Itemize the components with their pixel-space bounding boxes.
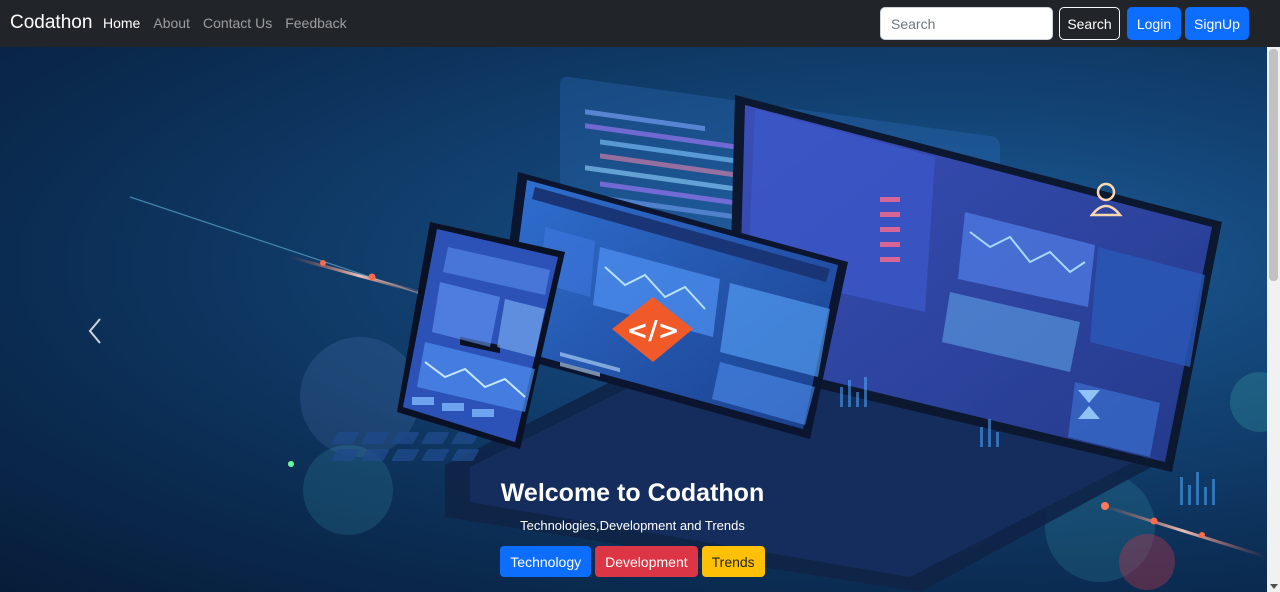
carousel-prev-button[interactable] bbox=[82, 315, 110, 347]
scroll-down-arrow-icon[interactable] bbox=[1270, 584, 1278, 589]
login-button[interactable]: Login bbox=[1127, 7, 1181, 40]
scrollbar-thumb[interactable] bbox=[1269, 49, 1278, 281]
nav-feedback[interactable]: Feedback bbox=[285, 15, 346, 31]
nav-contact-us[interactable]: Contact Us bbox=[203, 15, 272, 31]
tag-row: Technology Development Trends bbox=[380, 546, 885, 577]
hero-subtitle: Technologies,Development and Trends bbox=[520, 518, 745, 533]
chevron-left-icon bbox=[88, 318, 101, 344]
nav-home[interactable]: Home bbox=[103, 15, 140, 31]
technology-button[interactable]: Technology bbox=[500, 546, 592, 577]
hero-title: Welcome to Codathon bbox=[500, 479, 765, 507]
development-button[interactable]: Development bbox=[595, 546, 698, 577]
carousel-caption: Welcome to Codathon Technologies,Develop… bbox=[380, 477, 885, 577]
nav-links: Home About Contact Us Feedback bbox=[103, 15, 360, 31]
brand-logo[interactable]: Codathon bbox=[10, 12, 92, 34]
trends-button[interactable]: Trends bbox=[701, 546, 765, 577]
nav-about[interactable]: About bbox=[153, 15, 190, 31]
search-input[interactable] bbox=[880, 7, 1053, 40]
navbar: Codathon Home About Contact Us Feedback … bbox=[0, 0, 1280, 47]
hero-carousel: </> Welcome to Codathon Technologies,Dev… bbox=[0, 47, 1267, 592]
search-button[interactable]: Search bbox=[1059, 7, 1120, 40]
page-scrollbar[interactable] bbox=[1267, 47, 1280, 592]
signup-button[interactable]: SignUp bbox=[1185, 7, 1249, 40]
svg-text:</>: </> bbox=[626, 316, 679, 346]
